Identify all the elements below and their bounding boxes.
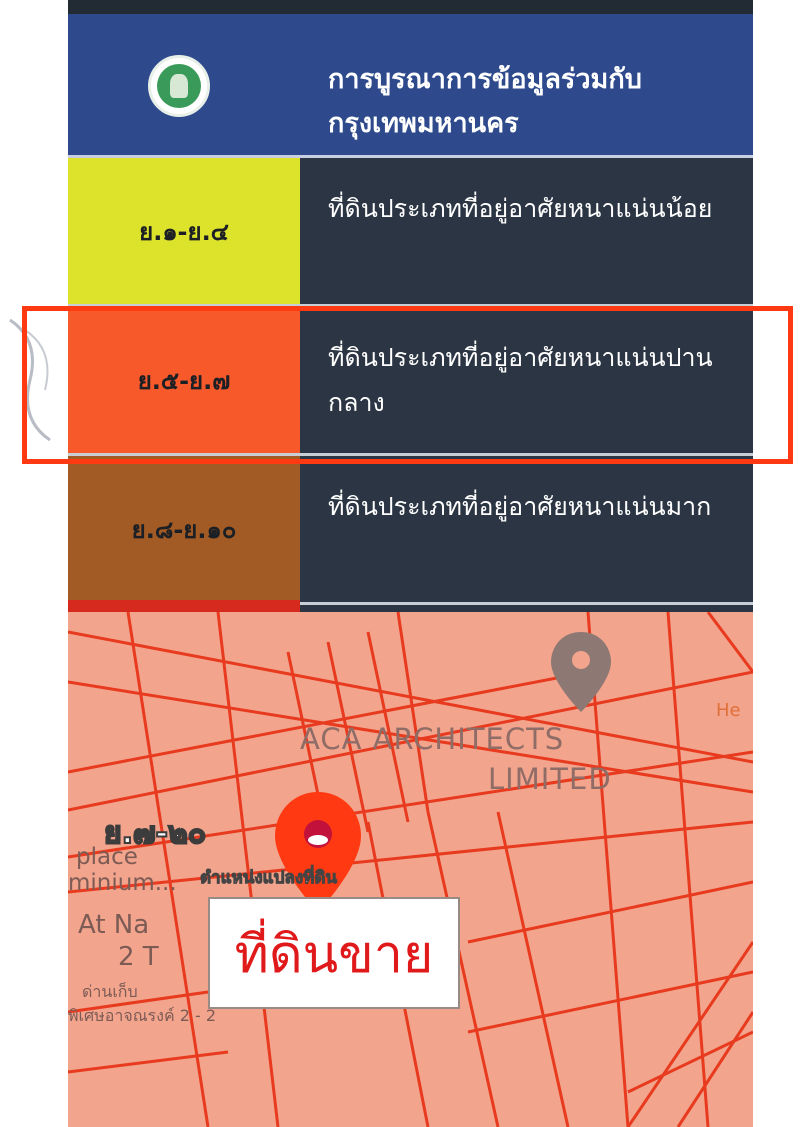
zone-code-high: ย.๘-ย.๑๐ (68, 456, 300, 602)
next-zone-color-strip (68, 600, 300, 612)
partial-label-thai-2: พิเศษอาจณรงค์ 2 - 2 (68, 1006, 217, 1025)
zone-code-label: ย.๗-๒๐ (103, 815, 207, 852)
zone-label-high: ที่ดินประเภทที่อยู่อาศัยหนาแน่นมาก (300, 456, 753, 602)
legend-header-title: การบูรณาการข้อมูลร่วมกับ กรุงเทพมหานคร (328, 64, 642, 139)
zoning-map[interactable]: ACA ARCHITECTS LIMITED He place minium..… (68, 612, 753, 1127)
partial-label-thai-1: ด่านเก็บ (82, 982, 138, 1001)
highlight-box (22, 306, 793, 464)
partial-label-atna: At Na (78, 910, 150, 940)
zone-code-low: ย.๑-ย.๔ (68, 158, 300, 304)
poi-label-line1: ACA ARCHITECTS (300, 722, 565, 756)
partial-label-two: 2 T (118, 942, 159, 972)
edge-label: He (716, 700, 741, 721)
legend-row-high-density: ย.๘-ย.๑๐ ที่ดินประเภทที่อยู่อาศัยหนาแน่น… (68, 456, 753, 602)
land-for-sale-text: ที่ดินขาย (234, 924, 434, 985)
plot-location-label: ตำแหน่งแปลงที่ดิน (199, 868, 338, 889)
poi-pin-icon (551, 632, 611, 712)
land-for-sale-box: ที่ดินขาย (208, 897, 460, 1009)
legend-row-low-density: ย.๑-ย.๔ ที่ดินประเภทที่อยู่อาศัยหนาแน่นน… (68, 158, 753, 304)
poi-label-line2: LIMITED (488, 762, 612, 796)
legend-header: การบูรณาการข้อมูลร่วมกับ กรุงเทพมหานคร (68, 14, 753, 158)
legend-top-strip (68, 0, 753, 14)
map-pin-icon (275, 792, 361, 912)
zone-label-low: ที่ดินประเภทที่อยู่อาศัยหนาแน่นน้อย (300, 158, 753, 304)
partial-label-minium: minium... (68, 870, 177, 896)
bangkok-seal-icon (148, 55, 210, 117)
